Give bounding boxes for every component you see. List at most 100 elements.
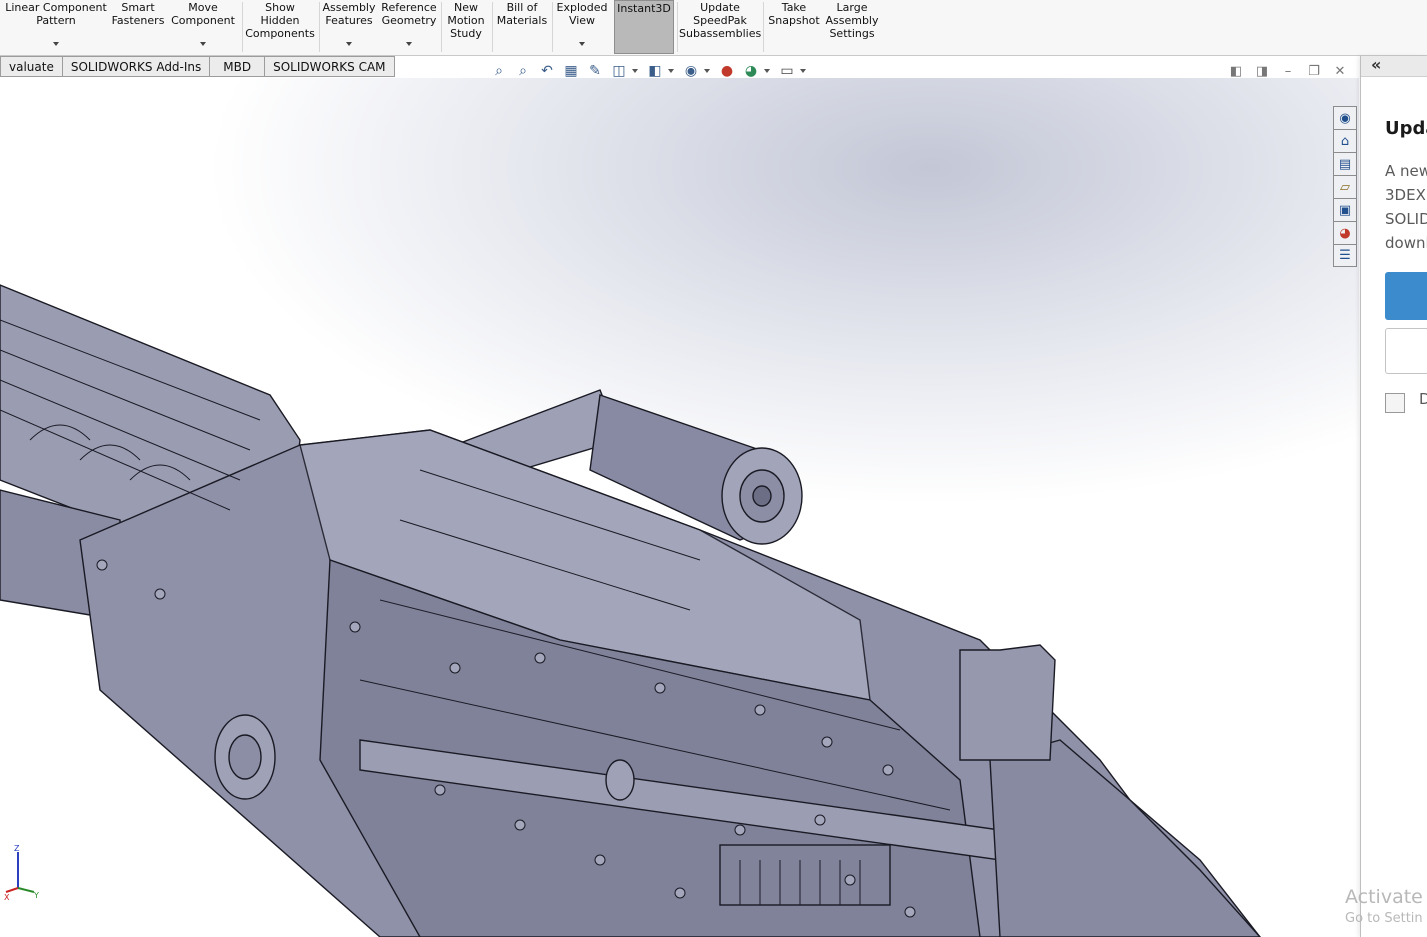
reference-geometry-button[interactable]: Reference Geometry	[379, 0, 439, 54]
file-explorer-icon[interactable]: ▱	[1333, 175, 1357, 198]
activation-watermark-title: Activate W	[1345, 886, 1427, 908]
apply-scene-icon[interactable]: ◕	[740, 61, 762, 81]
button-label: Instant3D	[617, 2, 671, 15]
chevron-down-icon[interactable]	[406, 42, 412, 46]
hide-show-items-icon[interactable]: ◉	[680, 61, 702, 81]
chevron-down-icon[interactable]	[53, 42, 59, 46]
view-settings-icon[interactable]: ▭	[776, 61, 798, 81]
update-message-line: downlo	[1385, 234, 1427, 252]
task-pane-header: «	[1361, 56, 1427, 77]
button-label: Reference Geometry	[381, 1, 437, 27]
ribbon-separator	[552, 2, 553, 52]
button-label: Smart Fasteners	[111, 1, 165, 27]
reference-triad: Z X Y	[4, 844, 39, 902]
tile-left-icon[interactable]: ◧	[1226, 61, 1246, 81]
instant3d-button[interactable]: Instant3D	[614, 0, 674, 54]
pin	[605, 759, 635, 801]
solidworks-resources-icon[interactable]: ◉	[1333, 106, 1357, 129]
document-window-controls: ◧ ◨ – ❐ ✕	[1226, 60, 1350, 82]
linear-component-pattern-button[interactable]: Linear Component Pattern	[4, 0, 108, 54]
y-label: Y	[33, 891, 39, 900]
button-label: Show Hidden Components	[245, 1, 315, 40]
update-primary-button[interactable]	[1385, 272, 1427, 320]
zoom-to-fit-icon[interactable]: ⌕	[488, 61, 510, 81]
take-snapshot-button[interactable]: Take Snapshot	[766, 0, 822, 54]
minimize-icon[interactable]: –	[1278, 61, 1298, 81]
task-pane-update-panel: « Upda A new 3DEX SOLID downlo D	[1360, 56, 1427, 937]
display-style-icon[interactable]: ◧	[644, 61, 666, 81]
checkbox-label: D	[1419, 390, 1427, 408]
ribbon-separator	[441, 2, 442, 52]
chevron-down-icon[interactable]	[668, 69, 674, 73]
update-message-line: A new	[1385, 162, 1427, 180]
move-component-button[interactable]: Move Component	[168, 0, 238, 54]
rear-sight	[959, 644, 1056, 761]
recoil-spring	[719, 844, 891, 906]
design-library-icon[interactable]: ▤	[1333, 152, 1357, 175]
view-orientation-icon[interactable]: ◫	[608, 61, 630, 81]
new-motion-study-button[interactable]: New Motion Study	[443, 0, 489, 54]
x-axis	[5, 887, 19, 893]
command-manager-ribbon: Linear Component Pattern Smart Fasteners…	[0, 0, 1427, 56]
view-palette-icon[interactable]: ▣	[1333, 198, 1357, 221]
tab-solidworks-add-ins[interactable]: SOLIDWORKS Add-Ins	[62, 56, 211, 77]
update-secondary-button[interactable]	[1385, 328, 1427, 374]
tab-solidworks-cam[interactable]: SOLIDWORKS CAM	[265, 56, 395, 77]
edit-appearance-icon[interactable]: ●	[716, 61, 738, 81]
button-label: Update SpeedPak Subassemblies	[679, 1, 762, 40]
home-icon[interactable]: ⌂	[1333, 129, 1357, 152]
button-label: Large Assembly Settings	[825, 1, 879, 40]
exploded-view-button[interactable]: Exploded View	[554, 0, 610, 54]
button-label: Move Component	[171, 1, 235, 27]
command-manager-tabs: valuate SOLIDWORKS Add-Ins MBD SOLIDWORK…	[0, 56, 395, 77]
tile-right-icon[interactable]: ◨	[1252, 61, 1272, 81]
chevron-down-icon[interactable]	[800, 69, 806, 73]
chevron-down-icon[interactable]	[632, 69, 638, 73]
ribbon-separator	[319, 2, 320, 52]
chevron-down-icon[interactable]	[346, 42, 352, 46]
update-message-line: 3DEX	[1385, 186, 1426, 204]
buttstock	[989, 739, 1261, 937]
restore-icon[interactable]: ❐	[1304, 61, 1324, 81]
task-pane-tabs: ◉ ⌂ ▤ ▱ ▣ ◕ ☰	[1333, 106, 1358, 267]
button-label: Bill of Materials	[496, 1, 548, 27]
previous-view-icon[interactable]: ↶	[536, 61, 558, 81]
dont-show-checkbox[interactable]	[1385, 393, 1405, 413]
zoom-to-area-icon[interactable]: ⌕	[512, 61, 534, 81]
x-label: X	[4, 893, 10, 902]
bill-of-materials-button[interactable]: Bill of Materials	[494, 0, 550, 54]
collapse-icon[interactable]: «	[1371, 56, 1381, 74]
ribbon-separator	[677, 2, 678, 52]
assembly-features-button[interactable]: Assembly Features	[321, 0, 377, 54]
chevron-down-icon[interactable]	[704, 69, 710, 73]
section-view-icon[interactable]: ▦	[560, 61, 582, 81]
charging-knob-inner	[228, 734, 262, 780]
y-axis	[17, 887, 35, 893]
ribbon-separator	[492, 2, 493, 52]
button-label: Linear Component Pattern	[5, 1, 107, 27]
close-icon[interactable]: ✕	[1330, 61, 1350, 81]
ribbon-separator	[242, 2, 243, 52]
update-message-line: SOLID	[1385, 210, 1427, 228]
chevron-down-icon[interactable]	[200, 42, 206, 46]
appearances-icon[interactable]: ◕	[1333, 221, 1357, 244]
smart-fasteners-button[interactable]: Smart Fasteners	[110, 0, 166, 54]
button-label: Assembly Features	[322, 1, 376, 27]
button-label: New Motion Study	[447, 1, 485, 40]
update-speedpak-subassemblies-button[interactable]: Update SpeedPak Subassemblies	[679, 0, 761, 54]
large-assembly-settings-button[interactable]: Large Assembly Settings	[824, 0, 880, 54]
tab-mbd[interactable]: MBD	[210, 56, 266, 77]
tab-evaluate[interactable]: valuate	[0, 56, 63, 77]
update-title: Upda	[1385, 118, 1427, 139]
button-label: Exploded View	[556, 1, 608, 27]
dynamic-annotation-icon[interactable]: ✎	[584, 61, 606, 81]
graphics-area[interactable]	[0, 78, 1359, 937]
custom-properties-icon[interactable]: ☰	[1333, 244, 1357, 267]
button-label: Take Snapshot	[768, 1, 820, 27]
assembly-model[interactable]	[0, 78, 1359, 937]
show-hidden-components-button[interactable]: Show Hidden Components	[244, 0, 316, 54]
chevron-down-icon[interactable]	[579, 42, 585, 46]
chevron-down-icon[interactable]	[764, 69, 770, 73]
activation-watermark-subtitle: Go to Settin	[1345, 911, 1423, 926]
heads-up-view-toolbar: ⌕ ⌕ ↶ ▦ ✎ ◫ ◧ ◉ ● ◕ ▭	[488, 60, 810, 82]
